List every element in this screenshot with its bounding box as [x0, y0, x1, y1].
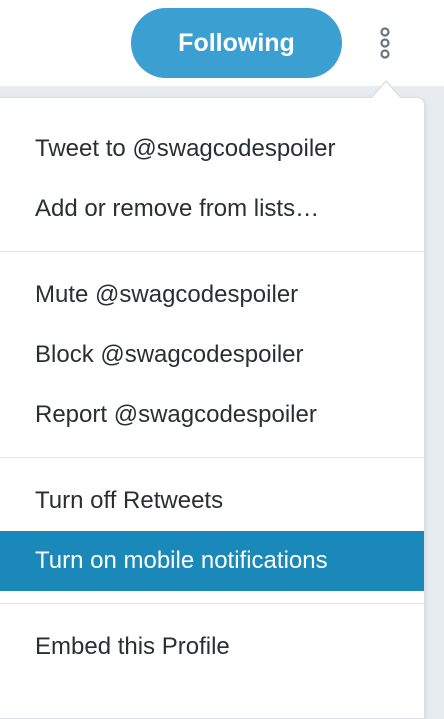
- menu-item-embed-profile[interactable]: Embed this Profile: [0, 617, 424, 677]
- profile-header-bar: Following: [0, 0, 444, 86]
- following-button[interactable]: Following: [131, 8, 342, 78]
- menu-item-report[interactable]: Report @swagcodespoiler: [0, 385, 424, 445]
- menu-caret-fill: [371, 82, 401, 99]
- menu-item-block[interactable]: Block @swagcodespoiler: [0, 325, 424, 385]
- menu-item-add-remove-lists[interactable]: Add or remove from lists…: [0, 179, 424, 239]
- menu-divider: [0, 251, 424, 252]
- profile-actions-menu: Tweet to @swagcodespoiler Add or remove …: [0, 97, 425, 719]
- menu-item-mute[interactable]: Mute @swagcodespoiler: [0, 265, 424, 325]
- menu-divider: [0, 457, 424, 458]
- page-background-strip: [425, 86, 444, 694]
- menu-item-turn-off-retweets[interactable]: Turn off Retweets: [0, 471, 424, 531]
- vertical-ellipsis-icon: [380, 27, 390, 59]
- menu-item-mobile-notifications[interactable]: Turn on mobile notifications: [0, 531, 424, 591]
- more-options-button[interactable]: [370, 24, 400, 64]
- menu-divider: [0, 603, 424, 604]
- menu-item-tweet-to[interactable]: Tweet to @swagcodespoiler: [0, 119, 424, 179]
